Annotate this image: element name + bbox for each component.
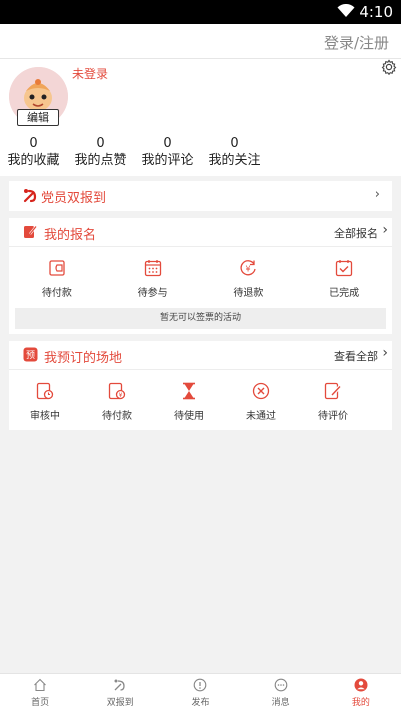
- venue-to-use[interactable]: 待使用: [153, 381, 225, 422]
- reviewing-icon: [36, 382, 54, 400]
- edit-profile-button[interactable]: 编辑: [17, 109, 59, 126]
- wifi-icon: [337, 4, 355, 17]
- stat-label: 我的评论: [141, 153, 194, 168]
- status-label: 待付款: [102, 411, 132, 422]
- stat-count: 0: [29, 136, 38, 151]
- all-signup-link[interactable]: 全部报名: [334, 225, 378, 241]
- venue-reviewing[interactable]: 审核中: [9, 381, 81, 422]
- my-signup-title: 我的报名: [44, 228, 97, 243]
- my-venue-title: 我预订的场地: [44, 351, 123, 366]
- status-label: 待参与: [137, 288, 168, 299]
- tab-publish[interactable]: 发布: [160, 674, 240, 710]
- party-report-card[interactable]: 党员双报到 ›: [9, 181, 392, 211]
- tab-home[interactable]: 首页: [0, 674, 80, 710]
- signup-completed[interactable]: 已完成: [296, 258, 392, 299]
- review-edit-icon: [324, 382, 342, 400]
- status-label: 待使用: [174, 411, 204, 422]
- stat-favorites[interactable]: 0 我的收藏: [0, 137, 67, 170]
- party-emblem-icon: [23, 189, 37, 203]
- svg-text:¥: ¥: [246, 265, 251, 274]
- chevron-right-icon[interactable]: ›: [382, 345, 388, 361]
- stat-comments[interactable]: 0 我的评论: [134, 137, 201, 170]
- chevron-right-icon[interactable]: ›: [382, 222, 388, 238]
- status-label: 未通过: [246, 411, 276, 422]
- status-label: 待评价: [318, 411, 348, 422]
- profile-stats: 0 我的收藏 0 我的点赞 0 我的评论 0 我的关注: [0, 137, 268, 170]
- my-venue-header: 预 我预订的场地 查看全部 ›: [9, 341, 392, 370]
- status-label: 待退款: [233, 288, 264, 299]
- tab-party-report[interactable]: 双报到: [80, 674, 160, 710]
- login-register-link[interactable]: 登录/注册: [324, 32, 389, 53]
- venue-rejected[interactable]: 未通过: [225, 381, 297, 422]
- venue-status-row: 审核中 ¥ 待付款 待使用 未通过 待评价: [9, 381, 392, 422]
- pay-icon: ¥: [108, 382, 126, 400]
- my-venue-card: 预 我预订的场地 查看全部 › 审核中 ¥ 待付款 待使用 未通过 待评价: [9, 341, 392, 430]
- refund-icon: ¥: [240, 260, 257, 276]
- rejected-icon: [252, 382, 270, 400]
- publish-icon: [194, 678, 207, 692]
- stat-follows[interactable]: 0 我的关注: [201, 137, 268, 170]
- svg-text:¥: ¥: [119, 392, 123, 399]
- signup-pending-payment[interactable]: 待付款: [9, 258, 105, 299]
- view-all-venue-link[interactable]: 查看全部: [334, 348, 378, 364]
- tab-messages[interactable]: 消息: [241, 674, 321, 710]
- stat-label: 我的关注: [208, 153, 261, 168]
- my-signup-card: 我的报名 全部报名 › 待付款 待参与 ¥ 待退款 已完成 暂无可以签票的活动: [9, 218, 392, 334]
- venue-badge-icon: 预: [23, 347, 38, 362]
- settings-gear-icon[interactable]: [381, 59, 397, 75]
- status-label: 待付款: [41, 288, 72, 299]
- tab-label: 我的: [351, 698, 370, 708]
- stat-count: 0: [163, 136, 172, 151]
- venue-pending-payment[interactable]: ¥ 待付款: [81, 381, 153, 422]
- venue-to-review[interactable]: 待评价: [297, 381, 369, 422]
- profile-icon: [354, 678, 368, 692]
- home-icon: [34, 678, 46, 692]
- signup-to-attend[interactable]: 待参与: [105, 258, 201, 299]
- status-label: 已完成: [329, 288, 360, 299]
- chevron-right-icon: ›: [374, 187, 380, 202]
- svg-text:预: 预: [26, 350, 35, 361]
- stat-likes[interactable]: 0 我的点赞: [67, 137, 134, 170]
- empty-signup-message: 暂无可以签票的活动: [15, 308, 386, 329]
- check-calendar-icon: [335, 260, 353, 277]
- profile-section: 编辑 未登录 0 我的收藏 0 我的点赞 0 我的评论 0 我的关注: [0, 59, 401, 176]
- stat-count: 0: [230, 136, 239, 151]
- tab-mine[interactable]: 我的: [321, 674, 401, 710]
- tab-label: 首页: [31, 698, 50, 708]
- bottom-tab-bar: 首页 双报到 发布 消息 我的: [0, 673, 401, 710]
- wallet-icon: [49, 260, 65, 276]
- username[interactable]: 未登录: [72, 65, 108, 82]
- stat-label: 我的收藏: [7, 153, 60, 168]
- tab-label: 双报到: [106, 698, 134, 708]
- status-time: 4:10: [359, 3, 393, 21]
- edit-note-icon: [24, 225, 37, 238]
- message-icon: [274, 678, 288, 692]
- calendar-icon: [144, 260, 161, 277]
- stat-count: 0: [96, 136, 105, 151]
- hourglass-icon: [183, 382, 195, 400]
- tab-label: 发布: [191, 698, 210, 708]
- tab-label: 消息: [271, 698, 290, 708]
- my-signup-header: 我的报名 全部报名 ›: [9, 218, 392, 247]
- stat-label: 我的点赞: [74, 153, 127, 168]
- signup-pending-refund[interactable]: ¥ 待退款: [201, 258, 297, 299]
- status-label: 审核中: [30, 411, 60, 422]
- top-bar: 登录/注册: [0, 24, 401, 59]
- status-bar: 4:10: [0, 0, 401, 24]
- party-icon: [114, 679, 125, 691]
- signup-status-row: 待付款 待参与 ¥ 待退款 已完成: [9, 258, 392, 299]
- party-report-title: 党员双报到: [41, 191, 107, 206]
